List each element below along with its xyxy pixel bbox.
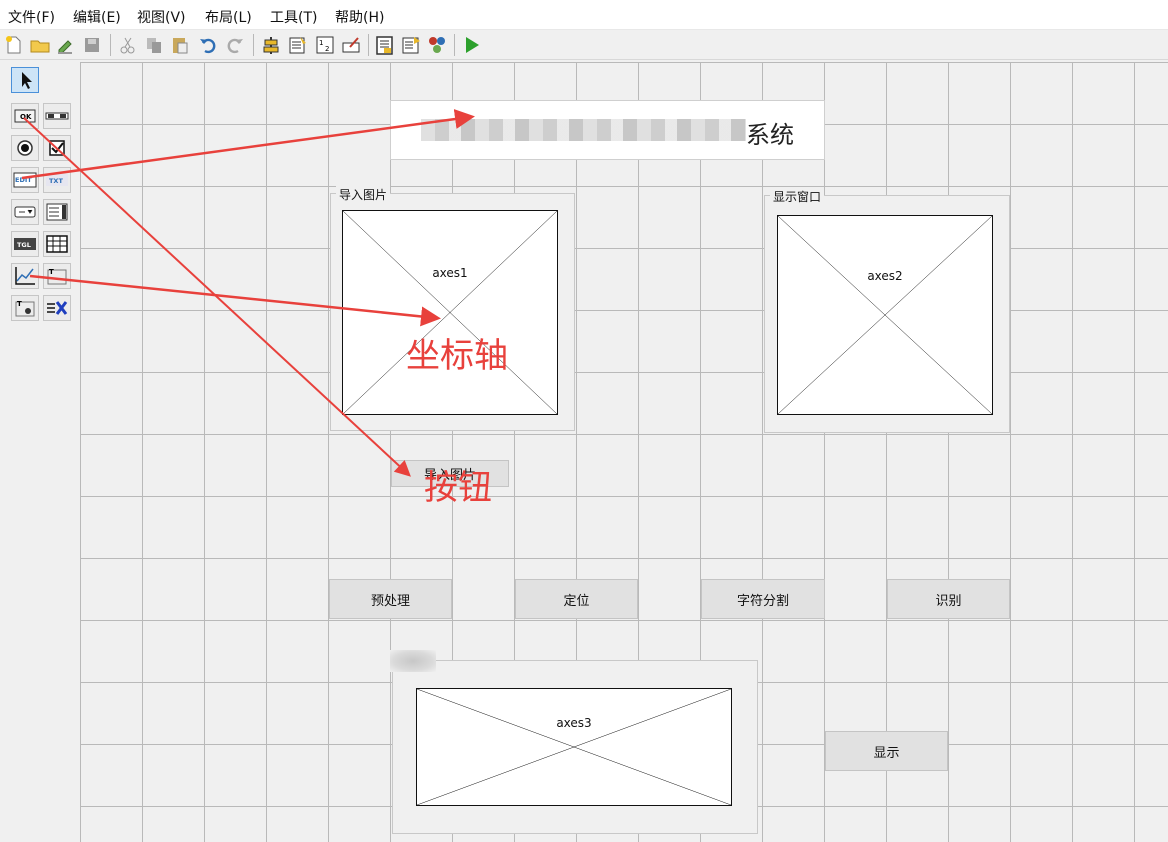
svg-text:EDIT: EDIT (15, 176, 32, 184)
button-annotation: 按钮 (424, 468, 492, 508)
svg-text:T: T (17, 300, 22, 308)
preprocess-button[interactable]: 预处理 (329, 579, 452, 619)
axes-annotation: 坐标轴 (406, 336, 508, 376)
axes1[interactable]: axes1 (342, 210, 558, 415)
menu-edit[interactable]: 编辑(E) (73, 7, 121, 27)
toggle-button-icon[interactable]: TGL (11, 231, 39, 257)
axes2[interactable]: axes2 (777, 215, 993, 415)
menu-layout[interactable]: 布局(L) (205, 7, 252, 27)
align-icon[interactable] (260, 34, 282, 56)
checkbox-icon[interactable] (43, 135, 71, 161)
segment-button[interactable]: 字符分割 (701, 579, 825, 619)
activex-icon[interactable] (43, 295, 71, 321)
title-suffix: 系统 (746, 121, 794, 149)
bottom-panel[interactable]: axes3 (392, 660, 758, 834)
m-file-icon[interactable] (374, 34, 396, 56)
component-palette: OK EDIT TXT TGL T T (0, 62, 80, 842)
recognize-button[interactable]: 识别 (887, 579, 1010, 619)
axes-label: axes3 (556, 716, 592, 730)
toolbar-separator (110, 34, 111, 56)
menu-tools[interactable]: 工具(T) (270, 7, 317, 27)
run-icon[interactable] (461, 34, 483, 56)
axes3[interactable]: axes3 (416, 688, 732, 806)
toolbar: 12 (0, 30, 1168, 60)
toolbar-separator (454, 34, 455, 56)
open-folder-icon[interactable] (29, 34, 51, 56)
static-text-icon[interactable]: TXT (43, 167, 71, 193)
menu-bar: 文件(F) 编辑(E) 视图(V) 布局(L) 工具(T) 帮助(H) (0, 0, 1168, 30)
object-browser-icon[interactable] (426, 34, 448, 56)
radio-button-icon[interactable] (11, 135, 39, 161)
push-button-icon[interactable]: OK (11, 103, 39, 129)
svg-text:OK: OK (20, 113, 32, 121)
menu-file[interactable]: 文件(F) (8, 7, 55, 27)
menu-editor-icon[interactable] (287, 34, 309, 56)
copy-icon[interactable] (143, 34, 165, 56)
locate-button[interactable]: 定位 (515, 579, 638, 619)
save-icon[interactable] (81, 34, 103, 56)
panel-title: 显示窗口 (770, 188, 825, 205)
import-image-panel[interactable]: 导入图片 axes1 (330, 186, 575, 431)
button-group-icon[interactable]: T (11, 295, 39, 321)
panel-icon[interactable]: T (43, 263, 71, 289)
guide-editor-window: 文件(F) 编辑(E) 视图(V) 布局(L) 工具(T) 帮助(H) 1 2 … (0, 0, 1168, 842)
svg-text:1: 1 (319, 39, 323, 47)
axes-label: axes2 (867, 269, 903, 283)
svg-text:TXT: TXT (49, 177, 63, 185)
popup-menu-icon[interactable] (11, 199, 39, 225)
svg-text:2: 2 (325, 45, 329, 53)
menu-view[interactable]: 视图(V) (137, 7, 186, 27)
toolbar-editor-icon[interactable] (340, 34, 362, 56)
svg-text:TGL: TGL (17, 241, 31, 249)
slider-icon[interactable] (43, 103, 71, 129)
select-arrow-icon[interactable] (11, 67, 39, 93)
blurred-panel-title (390, 650, 436, 672)
tab-order-icon[interactable]: 12 (314, 34, 336, 56)
display-window-panel[interactable]: 显示窗口 axes2 (764, 188, 1010, 433)
toolbar-separator (368, 34, 369, 56)
cut-icon[interactable] (117, 34, 139, 56)
panel-title: 导入图片 (336, 186, 391, 203)
title-text-box[interactable]: 系统 (390, 100, 825, 160)
blurred-title-text (421, 119, 746, 141)
new-file-icon[interactable] (3, 34, 25, 56)
redo-icon[interactable] (224, 34, 246, 56)
axes-icon[interactable] (11, 263, 39, 289)
axes-label: axes1 (432, 266, 468, 280)
edit-icon[interactable] (55, 34, 77, 56)
show-button[interactable]: 显示 (825, 731, 948, 771)
property-inspector-icon[interactable] (400, 34, 422, 56)
toolbar-separator (253, 34, 254, 56)
edit-text-icon[interactable]: EDIT (11, 167, 39, 193)
table-icon[interactable] (43, 231, 71, 257)
menu-help[interactable]: 帮助(H) (335, 7, 384, 27)
undo-icon[interactable] (197, 34, 219, 56)
paste-icon[interactable] (169, 34, 191, 56)
listbox-icon[interactable] (43, 199, 71, 225)
svg-text:T: T (49, 268, 54, 276)
